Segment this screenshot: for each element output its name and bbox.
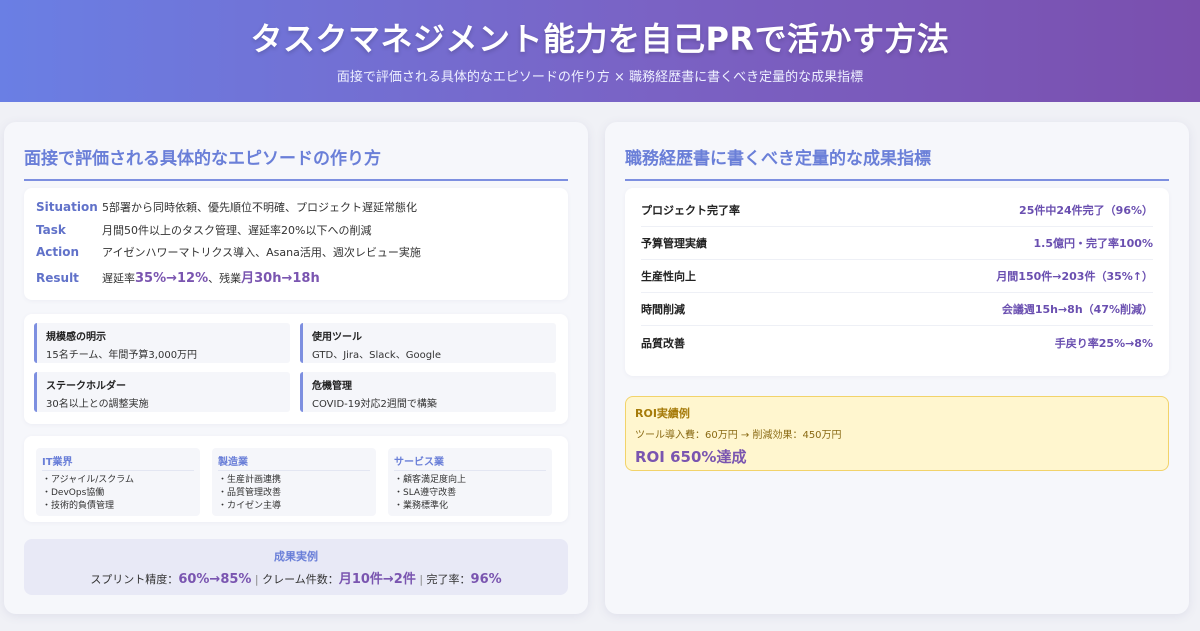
list-item: ・技術的負債管理 [42, 501, 115, 511]
star-row-situation: Situation 5部署から同時依頼、優先順位不明確、プロジェクト遅延常態化 [36, 199, 556, 222]
metric-row: 品質改善 手戻り率25%→8% [641, 326, 1153, 359]
star-key: Action [36, 245, 80, 259]
point-body: 15名チーム、年間予算3,000万円 [46, 350, 198, 361]
roi-box: ROI実績例 ツール導入費：60万円 → 削減効果：450万円 ROI 650%… [625, 396, 1169, 471]
metric-value: 手戻り率25%→8% [1054, 336, 1153, 350]
page-subtitle: 面接で評価される具体的なエピソードの作り方 × 職務経歴書に書くべき定量的な成果… [336, 70, 864, 85]
episode-panel-title: 面接で評価される具体的なエピソードの作り方 [24, 144, 568, 181]
result-highlight-overtime: 月30h→18h [241, 270, 320, 286]
results-title: 成果実例 [274, 550, 318, 563]
metric-value: 1.5億円・完了率100% [1033, 237, 1153, 250]
page-title: タスクマネジメント能力を自己PRで活かす方法 [250, 20, 950, 58]
result-middle: 、残業 [208, 271, 242, 285]
metric-value: 25件中24件完了（96%） [1019, 204, 1153, 217]
points-card: 規模感の明示 15名チーム、年間予算3,000万円 使用ツール GTD、Jira… [24, 314, 568, 424]
results-label: クレーム件数： [262, 573, 339, 586]
list-item: ・業務標準化 [394, 501, 449, 511]
roi-title: ROI実績例 [635, 407, 690, 420]
star-row-task: Task 月間50件以上のタスク管理、遅延率20%以下への削減 [36, 222, 556, 245]
results-line: スプリント精度：60%→85% | クレーム件数：月10件→2件 | 完了率：9… [24, 568, 568, 587]
star-value: 5部署から同時依頼、優先順位不明確、プロジェクト遅延常態化 [102, 201, 417, 214]
result-highlight-delay: 35%→12% [135, 270, 209, 286]
results-separator: | [415, 573, 427, 586]
episode-panel: 面接で評価される具体的なエピソードの作り方 Situation 5部署から同時依… [4, 122, 588, 614]
roi-result: ROI 650%達成 [635, 448, 747, 466]
point-title: 使用ツール [312, 332, 362, 343]
metrics-panel: 職務経歴書に書くべき定量的な成果指標 プロジェクト完了率 25件中24件完了（9… [605, 122, 1189, 614]
metric-label: 品質改善 [641, 336, 685, 350]
industry-title: 製造業 [218, 453, 370, 471]
metrics-panel-title: 職務経歴書に書くべき定量的な成果指標 [625, 144, 1169, 181]
point-body: COVID-19対応2週間で構築 [312, 399, 437, 410]
list-item: ・品質管理改善 [218, 488, 282, 498]
metric-label: プロジェクト完了率 [641, 204, 740, 217]
results-value: 96% [470, 572, 502, 587]
metric-row: 時間削減 会議週15h→8h（47%削減） [641, 293, 1153, 326]
industry-it: IT業界 ・アジャイル/スクラム ・DevOps協働 ・技術的負債管理 [36, 448, 200, 516]
metric-row: 予算管理実績 1.5億円・完了率100% [641, 227, 1153, 260]
page-header: タスクマネジメント能力を自己PRで活かす方法 面接で評価される具体的なエピソード… [0, 0, 1200, 102]
star-key: Result [36, 270, 79, 285]
point-title: 規模感の明示 [46, 332, 106, 343]
star-card: Situation 5部署から同時依頼、優先順位不明確、プロジェクト遅延常態化 … [24, 188, 568, 300]
list-item: ・DevOps協働 [42, 488, 105, 498]
metric-value: 月間150件→203件（35%↑） [996, 270, 1153, 283]
star-row-action: Action アイゼンハワーマトリクス導入、Asana活用、週次レビュー実施 [36, 244, 556, 267]
metric-label: 予算管理実績 [641, 237, 707, 250]
point-crisis: 危機管理 COVID-19対応2週間で構築 [300, 372, 556, 412]
result-prefix: 遅延率 [102, 271, 135, 285]
list-item: ・アジャイル/スクラム [42, 475, 134, 485]
results-value: 60%→85% [178, 572, 252, 587]
metric-label: 生産性向上 [641, 270, 696, 283]
point-body: 30名以上との調整実施 [46, 399, 149, 410]
point-scale: 規模感の明示 15名チーム、年間予算3,000万円 [34, 323, 290, 363]
industry-card: IT業界 ・アジャイル/スクラム ・DevOps協働 ・技術的負債管理 製造業 … [24, 436, 568, 522]
roi-detail: ツール導入費：60万円 → 削減効果：450万円 [635, 430, 842, 441]
results-value: 月10件→2件 [338, 572, 416, 587]
star-value: 月間50件以上のタスク管理、遅延率20%以下への削減 [102, 223, 372, 237]
star-value: 遅延率35%→12%、残業月30h→18h [102, 267, 320, 286]
industry-service: サービス業 ・顧客満足度向上 ・SLA遵守改善 ・業務標準化 [388, 448, 552, 516]
results-box: 成果実例 スプリント精度：60%→85% | クレーム件数：月10件→2件 | … [24, 539, 568, 595]
point-body: GTD、Jira、Slack、Google [312, 350, 441, 361]
list-item: ・生産計画連携 [218, 475, 282, 485]
industry-title: IT業界 [42, 453, 194, 471]
point-title: ステークホルダー [46, 381, 126, 392]
metric-row: プロジェクト完了率 25件中24件完了（96%） [641, 194, 1153, 227]
list-item: ・SLA遵守改善 [394, 488, 457, 498]
star-value: アイゼンハワーマトリクス導入、Asana活用、週次レビュー実施 [102, 246, 421, 259]
industry-manufacturing: 製造業 ・生産計画連携 ・品質管理改善 ・カイゼン主導 [212, 448, 376, 516]
industry-title: サービス業 [394, 453, 546, 471]
results-label: スプリント精度： [90, 573, 179, 586]
star-key: Situation [36, 200, 98, 214]
list-item: ・カイゼン主導 [218, 501, 282, 511]
point-title: 危機管理 [312, 381, 352, 392]
point-tools: 使用ツール GTD、Jira、Slack、Google [300, 323, 556, 363]
metrics-card: プロジェクト完了率 25件中24件完了（96%） 予算管理実績 1.5億円・完了… [625, 188, 1169, 376]
results-separator: | [251, 573, 263, 586]
point-stakeholders: ステークホルダー 30名以上との調整実施 [34, 372, 290, 412]
metric-value: 会議週15h→8h（47%削減） [1001, 303, 1153, 316]
star-key: Task [36, 222, 66, 237]
metric-label: 時間削減 [641, 303, 685, 316]
metric-row: 生産性向上 月間150件→203件（35%↑） [641, 260, 1153, 293]
list-item: ・顧客満足度向上 [394, 475, 467, 485]
results-label: 完了率： [426, 573, 471, 586]
star-row-result: Result 遅延率35%→12%、残業月30h→18h [36, 267, 556, 290]
